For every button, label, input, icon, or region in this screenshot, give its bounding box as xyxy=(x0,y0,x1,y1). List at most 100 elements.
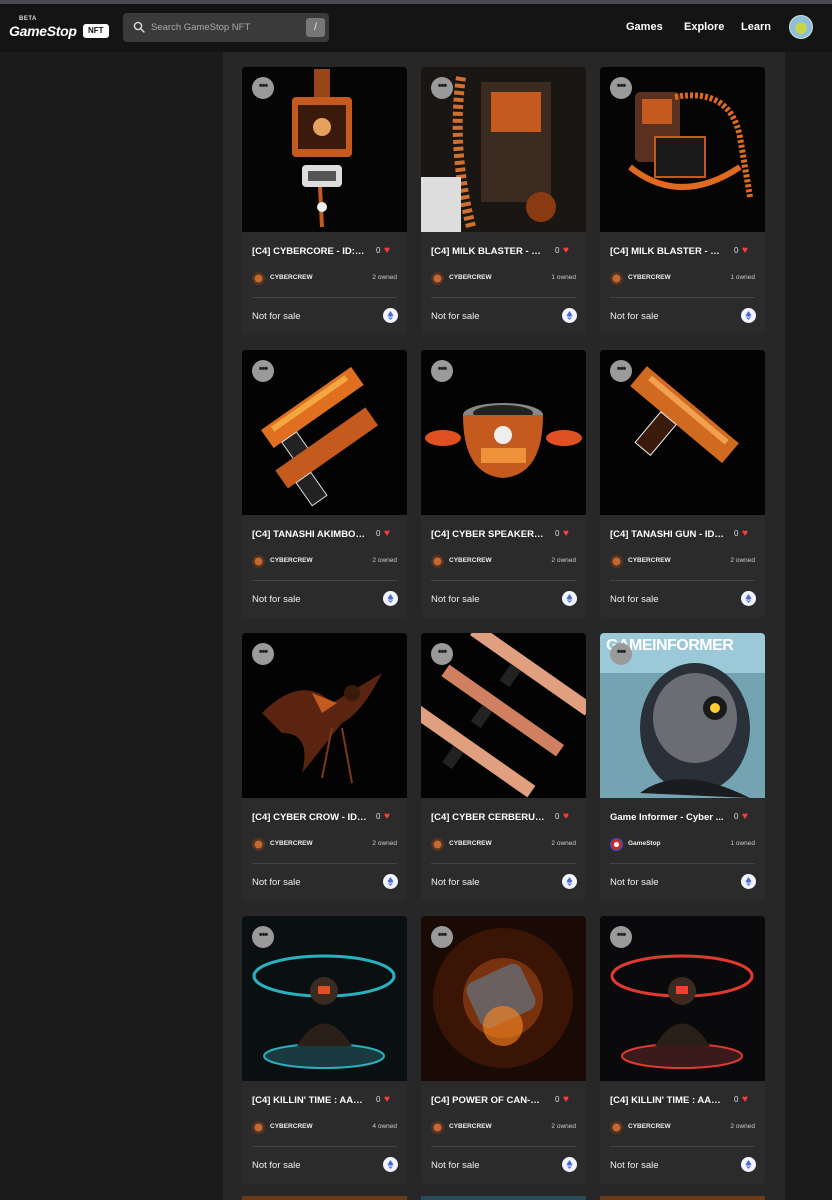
ethereum-icon xyxy=(741,308,756,323)
nav-learn[interactable]: Learn xyxy=(741,21,771,33)
like-count: 0 xyxy=(555,1095,560,1104)
creator-avatar[interactable] xyxy=(252,838,265,851)
more-options-button[interactable]: ••• xyxy=(610,77,632,99)
more-options-button[interactable]: ••• xyxy=(431,360,453,382)
sale-status: Not for sale xyxy=(252,1160,301,1171)
nft-card[interactable]: ••• [C4] TANASHI AKIMBO -... 0 ♥ CYBERCR… xyxy=(242,350,407,618)
nft-title[interactable]: [C4] KILLIN' TIME : AA#01... xyxy=(610,1095,725,1106)
creator-avatar[interactable] xyxy=(252,555,265,568)
nft-title[interactable]: [C4] TANASHI AKIMBO -... xyxy=(252,529,367,540)
nft-title[interactable]: [C4] CYBER SPEAKER - I... xyxy=(431,529,546,540)
heart-icon[interactable]: ♥ xyxy=(742,1094,748,1105)
more-options-button[interactable]: ••• xyxy=(252,360,274,382)
nft-card[interactable]: ••• [C4] POWER OF CAN-D:... 0 ♥ CYBERCRE… xyxy=(421,916,586,1184)
heart-icon[interactable]: ♥ xyxy=(563,528,569,539)
more-options-button[interactable]: ••• xyxy=(431,926,453,948)
creator-avatar[interactable] xyxy=(252,272,265,285)
creator-name[interactable]: CYBERCREW xyxy=(449,1123,492,1130)
next-row-card-edge xyxy=(600,1196,765,1200)
creator-avatar[interactable] xyxy=(431,1121,444,1134)
creator-avatar[interactable] xyxy=(252,1121,265,1134)
sale-status: Not for sale xyxy=(431,1160,480,1171)
like-count: 0 xyxy=(376,812,381,821)
more-options-button[interactable]: ••• xyxy=(610,360,632,382)
search-input[interactable] xyxy=(151,13,301,42)
more-options-button[interactable]: ••• xyxy=(610,643,632,665)
creator-name[interactable]: CYBERCREW xyxy=(449,557,492,564)
nft-card[interactable]: ••• [C4] CYBER CROW - ID:... 0 ♥ CYBERCR… xyxy=(242,633,407,901)
creator-name[interactable]: CYBERCREW xyxy=(270,840,313,847)
nav-games[interactable]: Games xyxy=(626,21,663,33)
nft-card[interactable]: ••• [C4] MILK BLASTER - EXP... 0 ♥ CYBER… xyxy=(600,67,765,335)
card-divider xyxy=(610,863,755,864)
ethereum-icon xyxy=(383,874,398,889)
nft-title[interactable]: [C4] POWER OF CAN-D:... xyxy=(431,1095,546,1106)
beta-label: BETA xyxy=(19,16,37,22)
creator-name[interactable]: CYBERCREW xyxy=(628,557,671,564)
nft-title[interactable]: [C4] MILK BLASTER - EXP... xyxy=(610,246,725,257)
nft-title[interactable]: [C4] CYBER CERBERUS -... xyxy=(431,812,546,823)
search-icon xyxy=(133,21,145,33)
owned-count: 1 owned xyxy=(551,274,576,281)
more-options-button[interactable]: ••• xyxy=(252,643,274,665)
heart-icon[interactable]: ♥ xyxy=(384,528,390,539)
search-bar[interactable]: / xyxy=(123,13,329,42)
creator-name[interactable]: GameStop xyxy=(628,840,661,847)
gamestop-nft-logo[interactable]: BETA GameStop NFT xyxy=(9,16,109,42)
user-avatar[interactable] xyxy=(789,15,813,39)
nft-card[interactable]: ••• [C4] CYBER SPEAKER - I... 0 ♥ CYBERC… xyxy=(421,350,586,618)
sale-status: Not for sale xyxy=(431,877,480,888)
nft-title[interactable]: [C4] KILLIN' TIME : AA#01... xyxy=(252,1095,367,1106)
nft-card[interactable]: ••• [C4] KILLIN' TIME : AA#01... 0 ♥ CYB… xyxy=(600,916,765,1184)
nft-title[interactable]: [C4] CYBERCORE - ID:G18 xyxy=(252,246,367,257)
nft-title[interactable]: [C4] MILK BLASTER - EXP... xyxy=(431,246,546,257)
nft-card[interactable]: ••• [C4] KILLIN' TIME : AA#01... 0 ♥ CYB… xyxy=(242,916,407,1184)
heart-icon[interactable]: ♥ xyxy=(563,245,569,256)
nft-card[interactable]: ••• [C4] CYBER CERBERUS -... 0 ♥ CYBERCR… xyxy=(421,633,586,901)
creator-name[interactable]: CYBERCREW xyxy=(449,840,492,847)
creator-avatar[interactable] xyxy=(610,1121,623,1134)
heart-icon[interactable]: ♥ xyxy=(742,528,748,539)
heart-icon[interactable]: ♥ xyxy=(742,245,748,256)
creator-avatar[interactable] xyxy=(610,272,623,285)
creator-name[interactable]: CYBERCREW xyxy=(628,1123,671,1130)
more-options-button[interactable]: ••• xyxy=(252,926,274,948)
heart-icon[interactable]: ♥ xyxy=(384,811,390,822)
like-count: 0 xyxy=(734,812,739,821)
creator-name[interactable]: CYBERCREW xyxy=(270,274,313,281)
creator-name[interactable]: CYBERCREW xyxy=(628,274,671,281)
nft-card[interactable]: GAMEINFORMER ••• Game Informer - Cyber .… xyxy=(600,633,765,901)
creator-avatar[interactable] xyxy=(431,555,444,568)
creator-name[interactable]: CYBERCREW xyxy=(449,274,492,281)
creator-name[interactable]: CYBERCREW xyxy=(270,1123,313,1130)
nft-card[interactable]: ••• [C4] TANASHI GUN - ID:... 0 ♥ CYBERC… xyxy=(600,350,765,618)
nft-title[interactable]: [C4] TANASHI GUN - ID:... xyxy=(610,529,725,540)
ethereum-icon xyxy=(562,308,577,323)
like-count: 0 xyxy=(734,246,739,255)
more-options-button[interactable]: ••• xyxy=(610,926,632,948)
owned-count: 2 owned xyxy=(551,557,576,564)
heart-icon[interactable]: ♥ xyxy=(742,811,748,822)
nft-card[interactable]: ••• [C4] CYBERCORE - ID:G18 0 ♥ CYBERCRE… xyxy=(242,67,407,335)
sale-status: Not for sale xyxy=(610,1160,659,1171)
more-options-button[interactable]: ••• xyxy=(431,77,453,99)
ethereum-icon xyxy=(562,1157,577,1172)
creator-avatar[interactable] xyxy=(610,555,623,568)
creator-name[interactable]: CYBERCREW xyxy=(270,557,313,564)
heart-icon[interactable]: ♥ xyxy=(384,245,390,256)
creator-avatar[interactable] xyxy=(431,272,444,285)
card-divider xyxy=(252,580,397,581)
heart-icon[interactable]: ♥ xyxy=(384,1094,390,1105)
more-options-button[interactable]: ••• xyxy=(431,643,453,665)
creator-avatar[interactable] xyxy=(610,838,623,851)
nft-card[interactable]: ••• [C4] MILK BLASTER - EXP... 0 ♥ CYBER… xyxy=(421,67,586,335)
owned-count: 2 owned xyxy=(372,557,397,564)
more-options-button[interactable]: ••• xyxy=(252,77,274,99)
creator-avatar[interactable] xyxy=(431,838,444,851)
sale-status: Not for sale xyxy=(252,311,301,322)
heart-icon[interactable]: ♥ xyxy=(563,811,569,822)
heart-icon[interactable]: ♥ xyxy=(563,1094,569,1105)
nft-title[interactable]: Game Informer - Cyber ... xyxy=(610,812,725,823)
nav-explore[interactable]: Explore xyxy=(684,21,724,33)
nft-title[interactable]: [C4] CYBER CROW - ID:... xyxy=(252,812,367,823)
